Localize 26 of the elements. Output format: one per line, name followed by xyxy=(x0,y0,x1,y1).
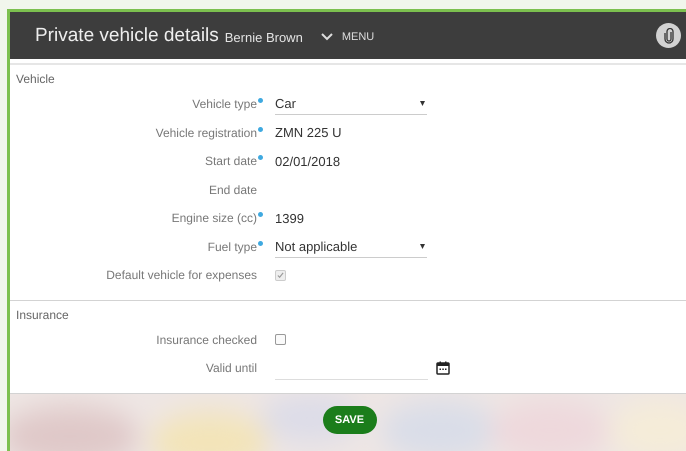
section-title: Vehicle xyxy=(15,71,56,88)
user-name: Bernie Brown xyxy=(224,30,303,44)
field-value: ZMN 225 U xyxy=(275,125,342,140)
field-label: Vehicle type xyxy=(192,97,257,112)
field-label: Insurance checked xyxy=(156,332,257,347)
field-label: End date xyxy=(208,182,257,197)
chevron-icon xyxy=(320,32,333,40)
field-label: Valid until xyxy=(206,361,257,376)
field-label: Default vehicle for expenses xyxy=(106,268,257,282)
page-title: Private vehicle details xyxy=(35,24,219,46)
field-value: 1399 xyxy=(275,210,304,226)
attachment-button[interactable] xyxy=(656,23,681,48)
field-label: Start date xyxy=(204,154,257,168)
paperclip-icon xyxy=(664,28,674,44)
field-value: 02/01/2018 xyxy=(275,154,340,169)
checkbox[interactable] xyxy=(275,334,286,346)
menu-button[interactable]: MENU xyxy=(320,30,374,42)
field-label: Engine size (cc) xyxy=(172,211,257,226)
field-label: Fuel type xyxy=(208,240,257,254)
select-field[interactable]: Car xyxy=(275,93,427,116)
caret-icon xyxy=(420,244,425,249)
select-field[interactable]: Not applicable xyxy=(275,236,427,258)
caret-icon xyxy=(420,101,425,106)
section-title: Insurance xyxy=(15,306,70,324)
field-label: Vehicle registration xyxy=(156,126,257,140)
calendar-icon[interactable] xyxy=(436,361,450,376)
